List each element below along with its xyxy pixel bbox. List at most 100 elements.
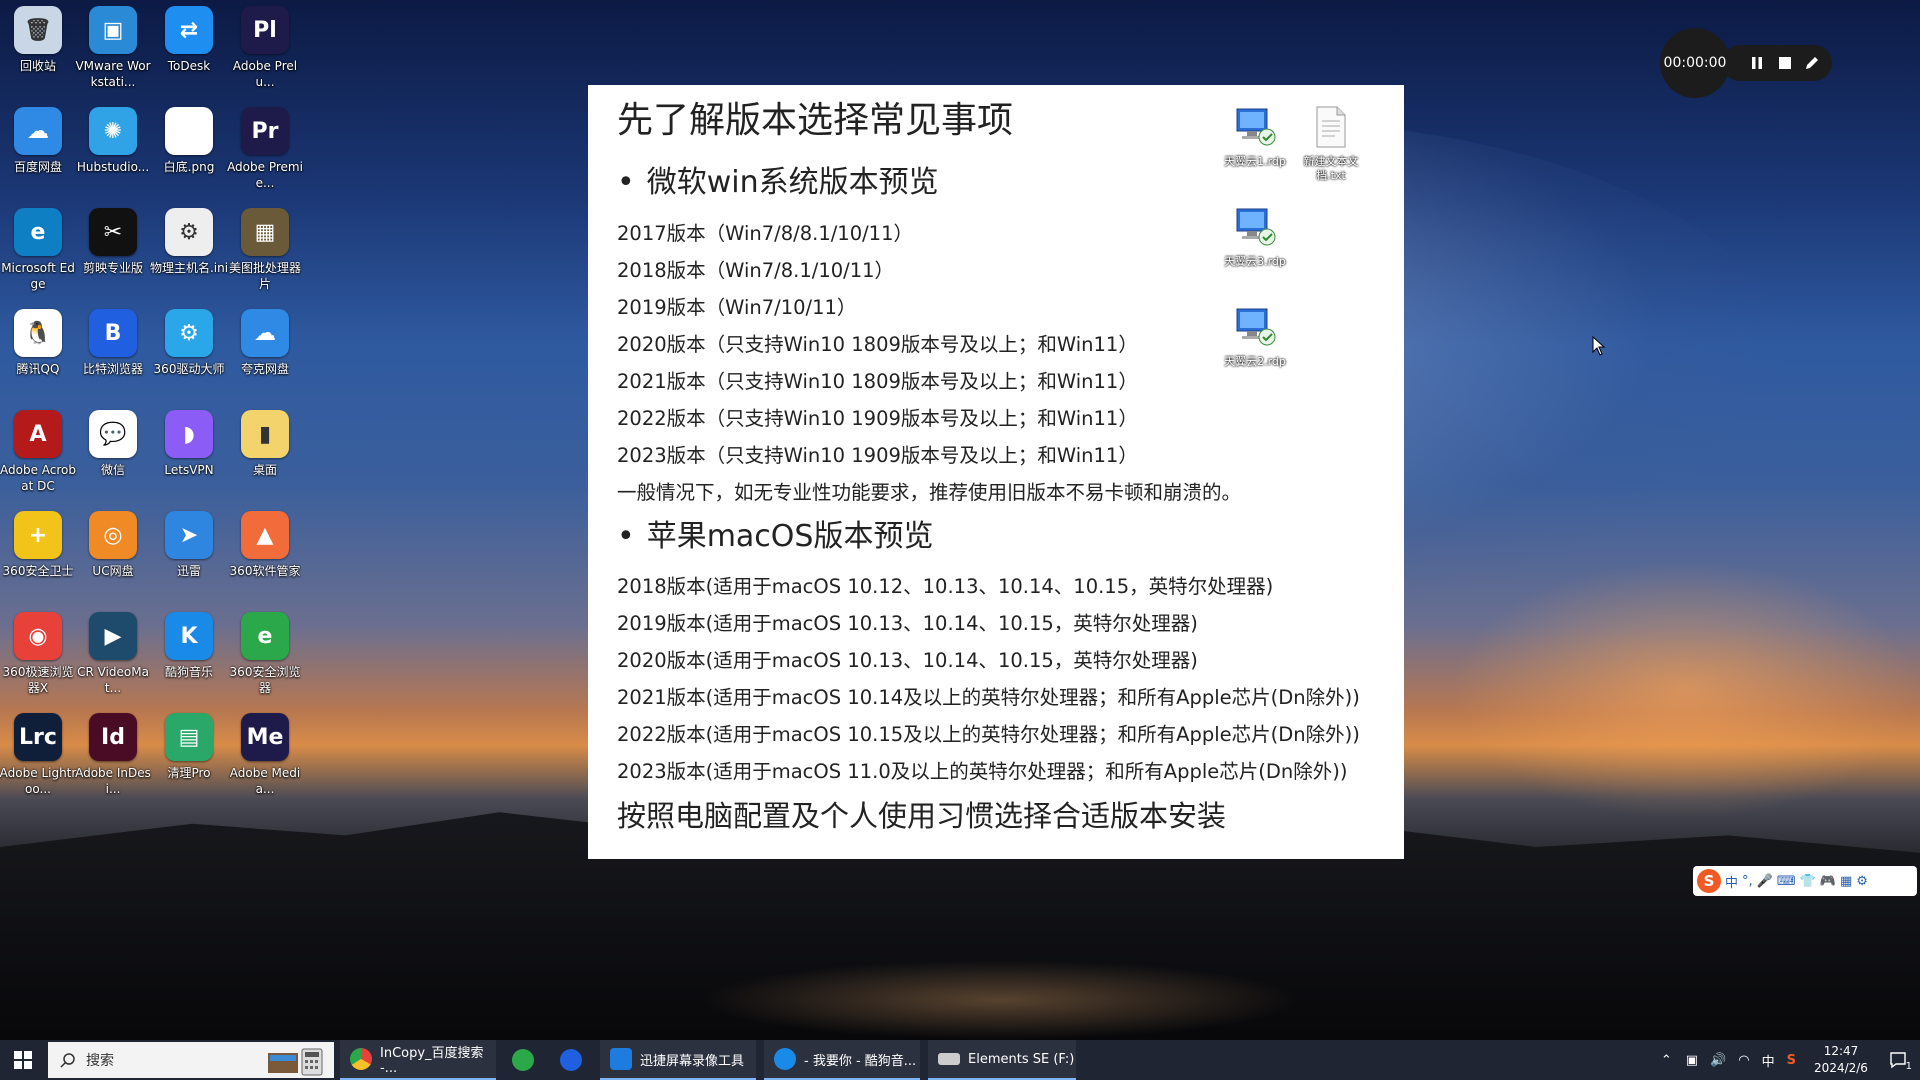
notification-center-button[interactable]: 1	[1876, 1040, 1920, 1080]
keyboard-icon[interactable]: ⌨	[1777, 874, 1796, 889]
start-button[interactable]	[0, 1040, 46, 1080]
desktop-icon[interactable]: B 比特浏览器	[73, 303, 153, 377]
win-version-line: 2017版本（Win7/8/8.1/10/11）	[617, 222, 913, 245]
tray-language[interactable]: 中	[1762, 1051, 1775, 1070]
desktop-icon[interactable]: ⇄ ToDesk	[149, 0, 229, 74]
desktop-icon-label: Adobe Premie...	[227, 160, 303, 190]
desktop-icon[interactable]: Me Adobe Media...	[225, 707, 305, 797]
desktop-icon[interactable]: Lrc Adobe Lightroo...	[0, 707, 78, 797]
tray-app-icon[interactable]: ▣	[1686, 1053, 1698, 1068]
recycle-bin-icon: 🗑	[14, 6, 62, 54]
desktop-icon[interactable]: 🗑 回收站	[0, 0, 78, 74]
desktop-icon[interactable]: e Microsoft Edge	[0, 202, 78, 292]
taskbar-item-360-browser[interactable]	[504, 1040, 544, 1080]
volume-icon[interactable]: 🔊	[1710, 1053, 1726, 1068]
taskbar-item-screen-recorder[interactable]: 迅捷屏幕录像工具	[600, 1040, 756, 1080]
desktop-file-rdp-2[interactable]: 天翼云2.rdp	[1215, 303, 1295, 369]
desktop-icon[interactable]: 🐧 腾讯QQ	[0, 303, 78, 377]
search-icon	[60, 1053, 75, 1068]
desktop-icon[interactable]: ⚙ 物理主机名.ini	[149, 202, 229, 276]
network-icon[interactable]: ◠	[1738, 1053, 1749, 1068]
rdp-file-icon	[1236, 208, 1276, 246]
desktop-icon[interactable]: Pr Adobe Premie...	[225, 101, 305, 191]
section-heading-mac-text: 苹果macOS版本预览	[646, 519, 934, 554]
mac-version-line: 2020版本(适用于macOS 10.13、10.14、10.15，英特尔处理器…	[617, 649, 1198, 672]
desktop-icon[interactable]: ▲ 360软件管家	[225, 505, 305, 579]
kugou-icon: K	[165, 612, 213, 660]
tray-expand-icon[interactable]: ⌃	[1661, 1053, 1672, 1068]
desktop-icon-label: 美图批处理器片	[228, 261, 301, 291]
desktop-icon[interactable]: e 360安全浏览器	[225, 606, 305, 696]
desktop-icon-label: 360软件管家	[229, 564, 301, 578]
desktop-icon[interactable]: ◉ 360极速浏览器X	[0, 606, 78, 696]
desktop-icon[interactable]: ▮ 桌面	[225, 404, 305, 478]
taskbar-item-chrome[interactable]: InCopy_百度搜索 -...	[340, 1040, 496, 1080]
taskbar-item-bit-browser[interactable]	[552, 1040, 592, 1080]
clock-date: 2024/2/6	[1814, 1061, 1868, 1075]
taskbar-item-label: Elements SE (F:)	[968, 1051, 1075, 1067]
desktop-icon[interactable]: A Adobe Acrobat DC	[0, 404, 78, 494]
desktop-icon[interactable]: ▣ VMware Workstati...	[73, 0, 153, 90]
desktop-icon-label: Adobe Acrobat DC	[0, 463, 76, 493]
desktop-icon[interactable]: Pl Adobe Prelu...	[225, 0, 305, 90]
search-placeholder: 搜索	[86, 1053, 114, 1069]
desktop-icon[interactable]: 💬 微信	[73, 404, 153, 478]
desktop-icon[interactable]: ➤ 迅雷	[149, 505, 229, 579]
stop-button[interactable]	[1774, 52, 1796, 74]
desktop-icon[interactable]: ☁ 夸克网盘	[225, 303, 305, 377]
desktop-icon[interactable]: ▦ 美图批处理器片	[225, 202, 305, 292]
cr-videomate-icon: ▶	[89, 612, 137, 660]
desktop-file-rdp-1[interactable]: 天翼云1.rdp	[1215, 103, 1295, 169]
media-encoder-icon: Me	[241, 713, 289, 761]
desktop-file-txt[interactable]: 新建文本文档.txt	[1291, 103, 1371, 183]
taskbar-search-box[interactable]: 搜索	[48, 1042, 334, 1078]
desktop-icon[interactable]: ✂ 剪映专业版	[73, 202, 153, 276]
meitu-icon: ▦	[241, 208, 289, 256]
drive-icon	[938, 1053, 960, 1065]
mac-version-line: 2019版本(适用于macOS 10.13、10.14、10.15，英特尔处理器…	[617, 612, 1198, 635]
desktop-icon-label: Adobe Prelu...	[232, 59, 298, 89]
win-version-line: 2018版本（Win7/8.1/10/11）	[617, 259, 895, 282]
draw-button[interactable]	[1801, 52, 1823, 74]
punctuation-icon[interactable]: °,	[1742, 874, 1753, 889]
taskbar-item-kugou[interactable]: - 我要你 - 酷狗音...	[764, 1040, 920, 1080]
desktop-icon[interactable]: K 酷狗音乐	[149, 606, 229, 680]
mac-version-line: 2018版本(适用于macOS 10.12、10.13、10.14、10.15，…	[617, 575, 1274, 598]
desktop-icon[interactable]: +360安全卫士	[0, 505, 78, 579]
360-safe-browser-icon: e	[241, 612, 289, 660]
lightroom-icon: Lrc	[14, 713, 62, 761]
desktop-icon[interactable]: ✺ Hubstudio...	[73, 101, 153, 175]
edge-icon: e	[14, 208, 62, 256]
chrome-icon	[350, 1048, 372, 1070]
desktop-icon-label: 清理Pro	[167, 766, 211, 780]
taskbar-clock[interactable]: 12:47 2024/2/6	[1806, 1043, 1876, 1077]
desktop-icon[interactable]: ▶ CR VideoMat...	[73, 606, 153, 696]
game-icon[interactable]: 🎮	[1820, 874, 1836, 889]
settings-gear-icon[interactable]: ⚙	[1856, 874, 1868, 889]
sogou-tray-icon[interactable]: S	[1787, 1053, 1796, 1068]
ime-mode-toggle[interactable]: 中	[1725, 872, 1738, 891]
desktop-icon[interactable]: Id Adobe InDesi...	[73, 707, 153, 797]
desktop-icon[interactable]: ⚙ 360驱动大师	[149, 303, 229, 377]
desktop-icon[interactable]: ☁ 百度网盘	[0, 101, 78, 175]
desktop-icon-label: 酷狗音乐	[164, 665, 213, 679]
desktop-icon-label: Microsoft Edge	[1, 261, 75, 291]
desktop-file-rdp-3[interactable]: 天翼云3.rdp	[1215, 203, 1295, 269]
toolbox-icon[interactable]: ▦	[1840, 874, 1852, 889]
uc-netdisk-icon: ◎	[89, 511, 137, 559]
clock-time: 12:47	[1823, 1044, 1859, 1058]
desktop-icon[interactable]: ◎ UC网盘	[73, 505, 153, 579]
desktop-icon[interactable]: ▤ 清理Pro	[149, 707, 229, 781]
desktop-icon-label: Adobe Lightroo...	[0, 766, 77, 796]
taskbar-item-drive[interactable]: Elements SE (F:)	[928, 1040, 1076, 1080]
sogou-icon[interactable]: S	[1697, 869, 1721, 893]
win-version-line: 2023版本（只支持Win10 1909版本号及以上；和Win11）	[617, 444, 1138, 467]
mouse-cursor-icon	[1592, 336, 1606, 356]
desktop-icon[interactable]: 白底.png	[149, 101, 229, 175]
pause-button[interactable]	[1746, 52, 1768, 74]
ime-toolbar[interactable]: S 中 °, 🎤 ⌨ 👕 🎮 ▦ ⚙	[1693, 866, 1917, 896]
desktop-icon[interactable]: ◗ LetsVPN	[149, 404, 229, 478]
microphone-icon[interactable]: 🎤	[1757, 874, 1773, 889]
skin-icon[interactable]: 👕	[1800, 874, 1816, 889]
desktop-file-label: 天翼云3.rdp	[1224, 255, 1286, 268]
